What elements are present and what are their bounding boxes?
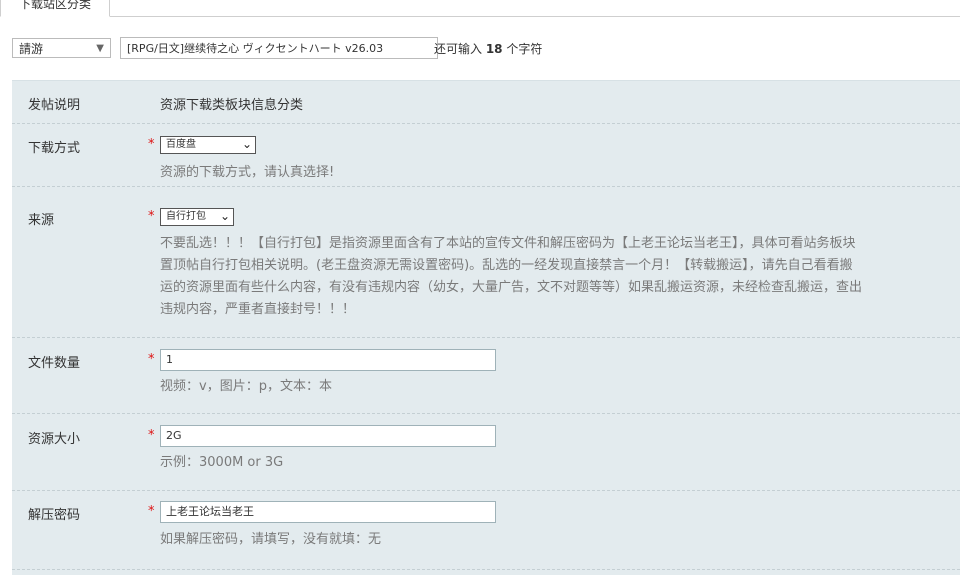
- row-download-method: 下载方式 * 百度盘 ⌄ 资源的下载方式，请认真选择!: [12, 124, 960, 187]
- post-description-value: 资源下载类板块信息分类: [160, 98, 304, 113]
- download-method-select[interactable]: 百度盘 ⌄: [160, 136, 256, 154]
- row-unzip-password: 解压密码 * 上老王论坛当老王 如果解压密码，请填写，没有就填：无: [12, 491, 960, 570]
- source-hint-line: 不要乱选！！！【自行打包】是指资源里面含有了本站的宣传文件和解压密码为【上老王论…: [160, 236, 856, 251]
- chevron-down-icon: ▼: [96, 43, 104, 54]
- counter-prefix: 还可输入: [434, 42, 486, 56]
- label-file-count: 文件数量: [28, 356, 81, 371]
- source-select[interactable]: 自行打包 ⌄: [160, 208, 234, 226]
- counter-number: 18: [485, 42, 503, 56]
- file-count-input[interactable]: 1: [160, 349, 496, 371]
- chevron-down-icon: ⌄: [219, 209, 230, 223]
- label-post-description: 发帖说明: [28, 98, 81, 113]
- type-select-value: 請游: [19, 42, 44, 56]
- label-unzip-password: 解压密码: [28, 508, 81, 523]
- resource-size-input[interactable]: 2G: [160, 425, 496, 447]
- required-mark: *: [148, 137, 155, 152]
- source-hint: 不要乱选！！！【自行打包】是指资源里面含有了本站的宣传文件和解压密码为【上老王论…: [160, 233, 960, 321]
- chevron-down-icon: ⌄: [241, 137, 252, 151]
- label-download-method: 下载方式: [28, 141, 81, 156]
- source-value: 自行打包: [166, 211, 206, 222]
- tab-bar: 下载站区分类: [0, 0, 960, 17]
- category-form-panel: 发帖说明 资源下载类板块信息分类 下载方式 * 百度盘 ⌄ 资源的下载方式，请认…: [12, 80, 960, 575]
- resource-size-hint: 示例：3000M or 3G: [160, 455, 284, 470]
- title-input[interactable]: [RPG/日文]继续待之心 ヴィクセントハート v26.03: [120, 37, 438, 59]
- row-resource-size: 资源大小 * 2G 示例：3000M or 3G: [12, 414, 960, 491]
- tab-download-category[interactable]: 下载站区分类: [0, 0, 110, 17]
- source-hint-line: 违规内容，严重者直接封号！！！: [160, 302, 356, 317]
- source-hint-line: 运的资源里面有些什么内容，有没有违规内容（幼女，大量广告，文不对题等等）如果乱搬…: [160, 280, 863, 295]
- download-method-hint: 资源的下载方式，请认真选择!: [160, 165, 335, 180]
- row-source: 来源 * 自行打包 ⌄ 不要乱选！！！【自行打包】是指资源里面含有了本站的宣传文…: [12, 187, 960, 338]
- required-mark: *: [148, 352, 155, 367]
- row-post-description: 发帖说明 资源下载类板块信息分类: [12, 81, 960, 124]
- download-method-value: 百度盘: [166, 139, 196, 150]
- file-count-hint: 视频：v，图片：p，文本：本: [160, 379, 332, 394]
- required-mark: *: [148, 504, 155, 519]
- unzip-password-input[interactable]: 上老王论坛当老王: [160, 501, 496, 523]
- required-mark: *: [148, 428, 155, 443]
- char-counter: 还可输入 18 个字符: [434, 40, 542, 57]
- counter-suffix: 个字符: [502, 42, 543, 56]
- required-mark: *: [148, 209, 155, 224]
- title-row: 請游 ▼ [RPG/日文]继续待之心 ヴィクセントハート v26.03 还可输入…: [12, 36, 952, 60]
- row-file-count: 文件数量 * 1 视频：v，图片：p，文本：本: [12, 338, 960, 414]
- unzip-password-hint: 如果解压密码，请填写，没有就填：无: [160, 532, 382, 547]
- label-source: 来源: [28, 213, 55, 228]
- source-hint-line: 置顶帖自行打包相关说明。(老王盘资源无需设置密码)。乱选的一经发现直接禁言一个月…: [160, 258, 853, 273]
- label-resource-size: 资源大小: [28, 432, 81, 447]
- type-select[interactable]: 請游 ▼: [12, 38, 111, 58]
